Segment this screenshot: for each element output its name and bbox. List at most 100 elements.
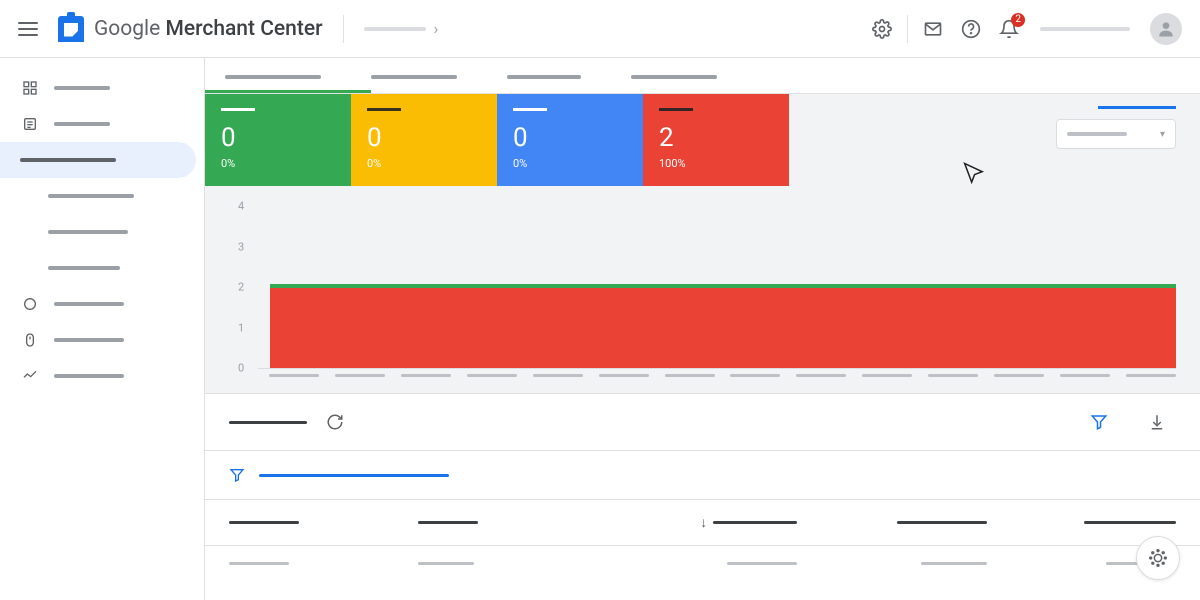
card-value: 0 [367, 125, 481, 151]
metric-card-green[interactable]: 00% [205, 94, 351, 186]
column-header-1[interactable] [418, 514, 607, 531]
sidebar-item-2[interactable] [0, 142, 196, 178]
cell-value [418, 562, 474, 565]
column-header-label [713, 521, 797, 524]
card-percent: 0% [221, 157, 335, 170]
x-tick [533, 374, 583, 377]
column-header-label [897, 521, 987, 524]
app-header: Google Merchant Center › 2 [0, 0, 1200, 58]
cell-value [727, 562, 797, 565]
x-tick [599, 374, 649, 377]
tab-0[interactable] [225, 75, 321, 79]
card-percent: 0% [367, 157, 481, 170]
card-value: 0 [221, 125, 335, 151]
column-header-label [229, 521, 299, 524]
circle-icon [20, 294, 40, 314]
sidebar-item-label [48, 230, 128, 234]
toolbar-title [229, 421, 307, 424]
status-chart: 0 1 2 3 4 [205, 186, 1200, 393]
column-header-4[interactable] [987, 514, 1176, 531]
dashboard-icon [20, 78, 40, 98]
select-value [1067, 132, 1127, 136]
chart-fill-red [270, 287, 1176, 368]
hamburger-menu-icon[interactable] [18, 18, 38, 40]
column-header-0[interactable] [229, 514, 418, 531]
sidebar-item-label [54, 302, 124, 306]
sidebar-item-label [54, 122, 110, 126]
download-icon[interactable] [1145, 410, 1169, 434]
breadcrumb[interactable]: › [364, 19, 447, 38]
account-selector[interactable] [1040, 27, 1130, 31]
card-percent: 0% [513, 157, 627, 170]
x-tick [467, 374, 517, 377]
x-tick [269, 374, 319, 377]
divider [343, 15, 344, 43]
metric-card-yellow[interactable]: 00% [351, 94, 497, 186]
table-header-row: ↓ [205, 500, 1200, 546]
filter-bar [205, 451, 1200, 500]
sidebar-item-8[interactable] [0, 358, 204, 394]
filter-icon[interactable] [229, 467, 245, 483]
sidebar-item-label [48, 194, 134, 198]
notification-badge: 2 [1011, 13, 1025, 27]
merchant-center-logo-icon [58, 16, 84, 42]
send-feedback-button[interactable] [1136, 536, 1180, 580]
sidebar-item-0[interactable] [0, 70, 204, 106]
card-label-line [513, 108, 547, 111]
filter-icon[interactable] [1087, 410, 1111, 434]
x-tick [730, 374, 780, 377]
sidebar-item-7[interactable] [0, 322, 204, 358]
cell-value [921, 562, 987, 565]
breadcrumb-item[interactable] [364, 27, 426, 31]
x-tick [1126, 374, 1176, 377]
mouse-cursor-icon [960, 160, 988, 188]
trend-icon [20, 366, 40, 386]
tab-bar [205, 58, 1200, 94]
card-value: 0 [513, 125, 627, 151]
help-icon[interactable] [959, 17, 983, 41]
y-tick: 4 [238, 200, 244, 213]
y-tick: 0 [238, 362, 244, 375]
tab-2[interactable] [507, 75, 581, 79]
caret-down-icon: ▾ [1160, 129, 1165, 140]
sidebar-item-label [54, 86, 110, 90]
column-header-3[interactable] [797, 514, 986, 531]
y-tick: 2 [238, 281, 244, 294]
column-header-label [1084, 521, 1176, 524]
card-percent: 100% [659, 157, 773, 170]
x-tick [1060, 374, 1110, 377]
metric-cards-row: 00%00%00%2100% [205, 94, 789, 186]
y-tick: 3 [238, 240, 244, 253]
tab-1[interactable] [371, 75, 457, 79]
product-title: Google Merchant Center [94, 17, 323, 41]
settings-gear-icon[interactable] [870, 17, 894, 41]
card-label-line [659, 108, 693, 111]
refresh-icon[interactable] [323, 410, 347, 434]
y-tick: 1 [238, 321, 244, 334]
date-range-selector[interactable]: ▾ [1056, 119, 1176, 149]
card-label-line [221, 108, 255, 111]
column-header-2[interactable]: ↓ [608, 514, 797, 531]
mail-icon[interactable] [921, 17, 945, 41]
notifications-bell-icon[interactable]: 2 [997, 17, 1021, 41]
sidebar-item-label [20, 158, 116, 162]
user-avatar[interactable] [1150, 13, 1182, 45]
sidebar-item-4[interactable] [0, 214, 204, 250]
main-content: 00%00%00%2100% ▾ 01234 [205, 58, 1200, 600]
metric-card-red[interactable]: 2100% [643, 94, 789, 186]
card-label-line [367, 108, 401, 111]
sidebar-item-3[interactable] [0, 178, 204, 214]
tab-3[interactable] [631, 75, 717, 79]
sidebar-item-6[interactable] [0, 286, 204, 322]
table-row[interactable] [205, 546, 1200, 581]
panel-controls: ▾ [789, 94, 1200, 186]
sidebar-item-1[interactable] [0, 106, 204, 142]
active-indicator [1098, 106, 1176, 109]
add-filter-link[interactable] [259, 474, 449, 477]
sidebar-item-5[interactable] [0, 250, 204, 286]
metric-card-blue[interactable]: 00% [497, 94, 643, 186]
sidebar-nav [0, 58, 205, 600]
x-axis-line [258, 368, 1176, 369]
x-tick [862, 374, 912, 377]
sort-arrow-icon: ↓ [700, 514, 707, 531]
